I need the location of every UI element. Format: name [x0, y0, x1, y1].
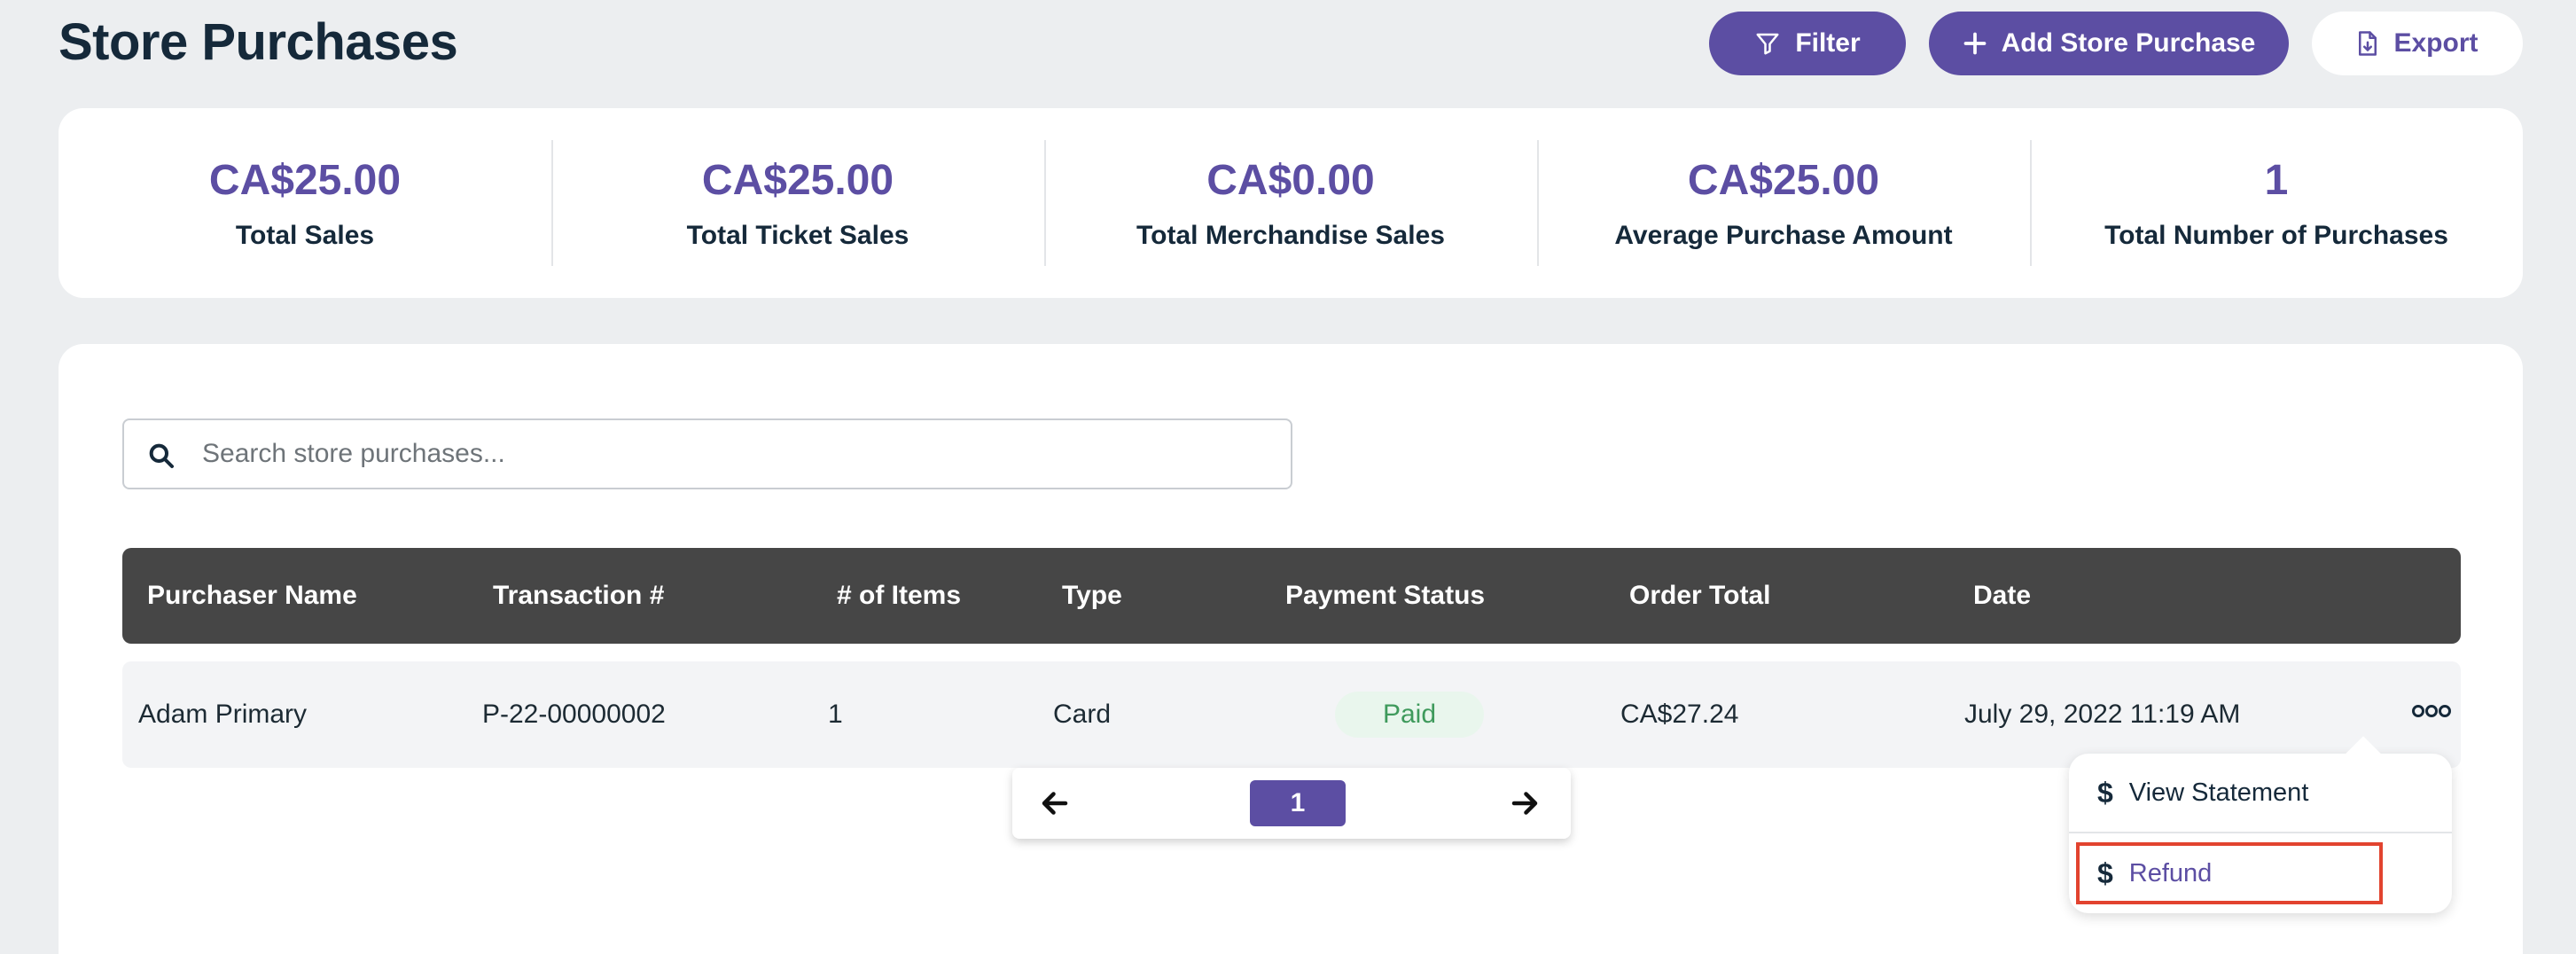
highlight-box [2076, 842, 2383, 904]
filter-icon [1754, 30, 1781, 57]
menu-item-refund[interactable]: $ Refund [2069, 833, 2452, 913]
column-header-purchaser-name[interactable]: Purchaser Name [147, 548, 357, 644]
summary-stats-card: CA$25.00 Total Sales CA$25.00 Total Tick… [59, 108, 2523, 298]
filter-button-label: Filter [1795, 28, 1861, 58]
menu-item-label: View Statement [2128, 778, 2309, 807]
arrow-left-icon[interactable] [1039, 787, 1071, 824]
add-store-purchase-label: Add Store Purchase [2001, 28, 2256, 58]
page: Store Purchases Filter Add Store Purchas… [0, 0, 2576, 954]
cell-date: July 29, 2022 11:19 AM [1964, 700, 2241, 729]
status-badge: Paid [1335, 692, 1484, 738]
stat-value: CA$0.00 [1206, 156, 1375, 204]
cell-purchaser-name: Adam Primary [138, 700, 308, 729]
purchases-card: Purchaser Name Transaction # # of Items … [59, 344, 2523, 954]
stat-label: Average Purchase Amount [1614, 220, 1953, 250]
stat-label: Total Sales [235, 220, 375, 250]
dollar-icon: $ [2097, 776, 2113, 809]
dollar-icon: $ [2097, 856, 2113, 889]
menu-item-label: Refund [2128, 858, 2213, 888]
column-header-items[interactable]: # of Items [837, 548, 961, 644]
stat-value: 1 [2264, 156, 2289, 204]
stat-label: Total Number of Purchases [2104, 220, 2448, 250]
page-number-button[interactable]: 1 [1250, 780, 1346, 826]
column-header-payment-status[interactable]: Payment Status [1285, 548, 1485, 644]
stat-label: Total Ticket Sales [686, 220, 909, 250]
search-icon [147, 442, 176, 474]
plus-icon [1963, 31, 1987, 56]
cell-type: Card [1053, 700, 1112, 729]
stat-value: CA$25.00 [208, 156, 402, 204]
stat-value: CA$25.00 [1687, 156, 1880, 204]
search-input[interactable] [202, 439, 1266, 469]
search-box [122, 418, 1292, 489]
stat-average-purchase-amount: CA$25.00 Average Purchase Amount [1537, 108, 2030, 298]
cell-order-total: CA$27.24 [1620, 700, 1739, 729]
column-header-date[interactable]: Date [1973, 548, 2031, 644]
filter-button[interactable]: Filter [1709, 12, 1906, 75]
cell-transaction: P-22-00000002 [482, 700, 666, 729]
file-export-icon [2356, 30, 2379, 57]
table-header: Purchaser Name Transaction # # of Items … [122, 548, 2461, 644]
export-button-label: Export [2393, 28, 2478, 58]
column-header-order-total[interactable]: Order Total [1629, 548, 1770, 644]
row-actions-menu: $ View Statement $ Refund [2069, 754, 2452, 913]
more-options-icon[interactable] [2411, 702, 2452, 724]
column-header-type[interactable]: Type [1062, 548, 1122, 644]
add-store-purchase-button[interactable]: Add Store Purchase [1929, 12, 2289, 75]
stat-label: Total Merchandise Sales [1136, 220, 1445, 250]
page-title: Store Purchases [59, 13, 458, 71]
stat-total-sales: CA$25.00 Total Sales [59, 108, 551, 298]
table-row[interactable]: Adam Primary P-22-00000002 1 Card Paid C… [122, 661, 2461, 768]
cell-items: 1 [828, 700, 843, 729]
stat-value: CA$25.00 [701, 156, 894, 204]
stat-total-ticket-sales: CA$25.00 Total Ticket Sales [551, 108, 1044, 298]
export-button[interactable]: Export [2312, 12, 2523, 75]
arrow-right-icon[interactable] [1509, 787, 1541, 824]
column-header-transaction[interactable]: Transaction # [493, 548, 664, 644]
stat-total-merchandise-sales: CA$0.00 Total Merchandise Sales [1044, 108, 1537, 298]
stat-total-number-of-purchases: 1 Total Number of Purchases [2030, 108, 2523, 298]
pagination: 1 [1012, 768, 1571, 839]
menu-item-view-statement[interactable]: $ View Statement [2069, 754, 2452, 833]
